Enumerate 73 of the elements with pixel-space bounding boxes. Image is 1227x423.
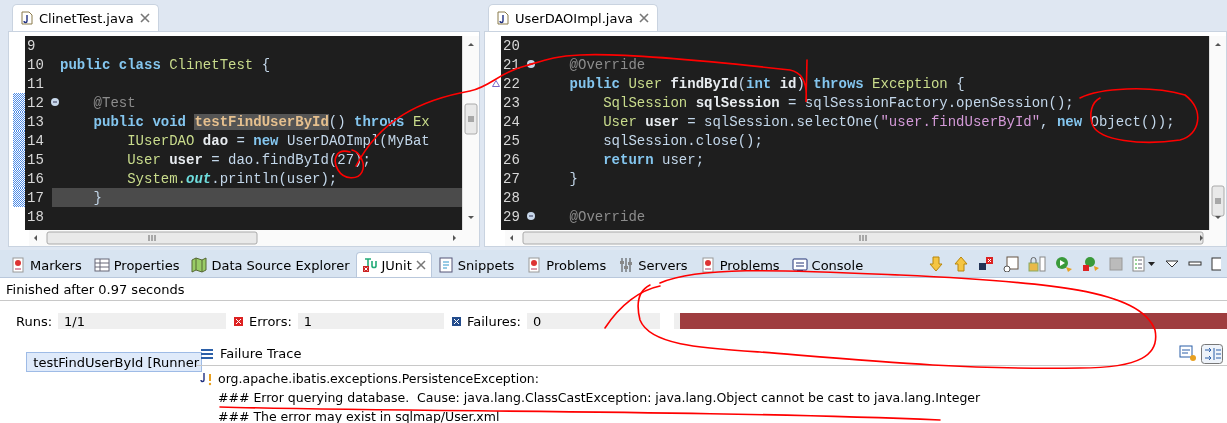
- view-tab[interactable]: Data Source Explorer: [185, 252, 356, 277]
- code-line: return user;: [602, 150, 705, 169]
- view-tab[interactable]: Properties: [87, 252, 186, 277]
- panel-title: Failure Trace: [220, 346, 302, 361]
- counter-label: Errors:: [249, 313, 292, 329]
- map-icon: [191, 257, 208, 273]
- view-tab[interactable]: Console: [785, 252, 870, 277]
- view-tab[interactable]: Snippets: [431, 252, 521, 277]
- view-tab[interactable]: JUnit: [355, 252, 432, 277]
- fold-icon[interactable]: [527, 212, 535, 220]
- code-line: }: [92, 188, 102, 207]
- horizontal-scrollbar[interactable]: [505, 230, 1226, 246]
- counter-value: 1/1: [58, 313, 226, 329]
- view-tab[interactable]: Servers: [612, 252, 694, 277]
- test-item[interactable]: testFindUserById [Runner: [26, 352, 202, 372]
- lock-icon[interactable]: [1028, 256, 1046, 272]
- close-icon[interactable]: [415, 260, 426, 270]
- rerun-failed-icon[interactable]: [1082, 256, 1100, 272]
- code-line: }: [568, 169, 578, 188]
- view-tab[interactable]: Problems: [520, 252, 613, 277]
- layout-icon[interactable]: [1003, 256, 1019, 272]
- code-line: @Test: [92, 93, 136, 112]
- compare-icon[interactable]: [1179, 343, 1197, 362]
- view-tab[interactable]: Markers: [4, 252, 88, 277]
- counter-value: 1: [297, 313, 444, 329]
- code-line: @Override: [568, 207, 646, 226]
- exception-icon: [200, 371, 214, 386]
- code-line: public class ClinetTest {: [60, 55, 271, 74]
- vertical-scrollbar[interactable]: [1209, 36, 1226, 230]
- status-text: Finished after 0.97 seconds: [6, 281, 185, 297]
- java-file-icon: [497, 11, 509, 25]
- close-icon[interactable]: [139, 13, 150, 23]
- maximize-icon[interactable]: [1211, 257, 1221, 271]
- filter-trace-icon[interactable]: [1201, 343, 1223, 364]
- trace-line[interactable]: ### Error querying database. Cause: java.lang.ClassCastException: java.lang.Object cannot be cast to java.lang.Integer: [218, 390, 981, 405]
- hand-drawn-line: [604, 285, 661, 329]
- junit-icon: [361, 257, 378, 273]
- vertical-scrollbar[interactable]: [462, 36, 479, 230]
- view-tab[interactable]: Problems: [693, 252, 786, 277]
- fold-icon[interactable]: [51, 98, 59, 106]
- counter-label: Failures:: [467, 313, 521, 329]
- close-icon[interactable]: [639, 13, 650, 23]
- code-line: public User findById(int id) throws Exception {: [568, 74, 965, 93]
- marker-icon: [699, 257, 716, 273]
- java-file-icon: [21, 11, 33, 25]
- minimize-icon[interactable]: [1188, 259, 1202, 269]
- marker-icon: [10, 257, 26, 273]
- editor-tab[interactable]: UserDAOImpl.java: [488, 4, 659, 31]
- line-number: 17: [25, 188, 52, 207]
- view-menu-icon[interactable]: [1165, 259, 1179, 269]
- error-icon: [234, 316, 243, 326]
- trace-line[interactable]: org.apache.ibatis.exceptions.PersistenceException:: [218, 371, 543, 386]
- trace-line[interactable]: ### The error may exist in sqlmap/User.xml: [218, 409, 500, 423]
- code-line: @Override: [568, 55, 646, 74]
- marker-icon: [526, 257, 543, 273]
- sliders-icon: [618, 257, 635, 273]
- rerun-icon[interactable]: [1055, 256, 1073, 272]
- editor-tab[interactable]: ClinetTest.java: [12, 4, 159, 31]
- console-icon: [791, 257, 808, 273]
- code-line: System.out.println(user);: [126, 169, 338, 188]
- tab-title: UserDAOImpl.java: [515, 10, 634, 26]
- document-icon: [437, 257, 454, 273]
- error-filter-icon[interactable]: [978, 256, 994, 272]
- code-line: SqlSession sqlSession = sqlSessionFactory.openSession();: [602, 93, 1074, 112]
- counter-label: Runs:: [16, 313, 53, 329]
- tab-title: ClinetTest.java: [39, 10, 134, 26]
- history-icon[interactable]: [1132, 256, 1156, 272]
- counter-value: 0: [526, 313, 660, 329]
- list-icon: [200, 347, 214, 360]
- code-line: sqlSession.close();: [602, 131, 763, 150]
- table-icon: [93, 257, 110, 273]
- horizontal-scrollbar[interactable]: [29, 230, 479, 246]
- failure-icon: [452, 316, 461, 326]
